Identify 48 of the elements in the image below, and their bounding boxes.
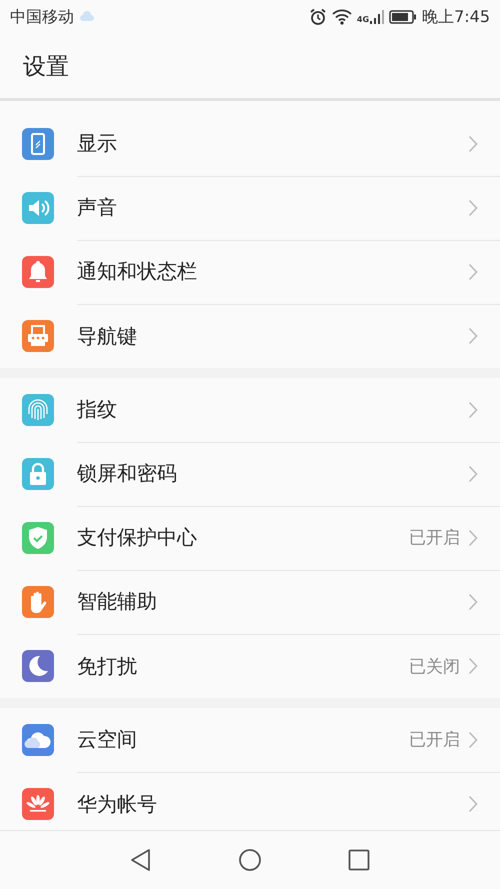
item-label: 显示 bbox=[77, 130, 118, 157]
network-label: 4G bbox=[356, 14, 370, 24]
settings-item[interactable]: 显示 bbox=[0, 112, 500, 176]
chevron-icon bbox=[468, 795, 478, 813]
settings-item[interactable]: 通知和状态栏 bbox=[0, 240, 500, 304]
settings-item[interactable]: 声音 bbox=[0, 176, 500, 240]
alarm-icon bbox=[308, 8, 327, 26]
chevron-icon bbox=[468, 592, 478, 610]
chevron-icon bbox=[468, 657, 478, 675]
chevron-icon bbox=[468, 262, 478, 280]
cloud-icon bbox=[79, 11, 95, 23]
item-label: 声音 bbox=[77, 194, 118, 221]
chevron-icon bbox=[468, 528, 478, 546]
settings-item[interactable]: 指纹 bbox=[0, 378, 500, 442]
item-label: 华为帐号 bbox=[77, 790, 158, 818]
settings-item[interactable]: 华为帐号 bbox=[0, 772, 500, 830]
item-label: 锁屏和密码 bbox=[77, 460, 178, 487]
item-status: 已开启 bbox=[409, 729, 460, 751]
item-label: 支付保护中心 bbox=[77, 524, 198, 551]
page-title: 设置 bbox=[23, 52, 69, 82]
recents-icon[interactable] bbox=[348, 849, 370, 871]
home-icon[interactable] bbox=[238, 848, 262, 872]
chevron-icon bbox=[468, 134, 478, 152]
clock-time: 晚上7:45 bbox=[422, 6, 490, 28]
settings-item[interactable]: 支付保护中心 已开启 bbox=[0, 506, 500, 570]
battery-icon bbox=[389, 10, 418, 24]
item-label: 通知和状态栏 bbox=[77, 258, 198, 285]
chevron-icon bbox=[468, 198, 478, 216]
chevron-icon bbox=[468, 730, 478, 748]
chevron-icon bbox=[468, 464, 478, 482]
item-label: 智能辅助 bbox=[77, 588, 158, 615]
item-status: 已开启 bbox=[409, 527, 460, 549]
chevron-icon bbox=[468, 400, 478, 418]
item-label: 免打扰 bbox=[77, 652, 138, 680]
settings-item[interactable]: 免打扰 已关闭 bbox=[0, 634, 500, 698]
item-label: 指纹 bbox=[77, 396, 118, 423]
back-icon[interactable] bbox=[130, 848, 152, 872]
item-status: 已关闭 bbox=[409, 656, 460, 678]
settings-item[interactable]: 智能辅助 bbox=[0, 570, 500, 634]
settings-item[interactable]: 锁屏和密码 bbox=[0, 442, 500, 506]
settings-item[interactable]: 导航键 bbox=[0, 304, 500, 368]
signal-icon bbox=[370, 9, 384, 25]
settings-item[interactable]: 云空间 已开启 bbox=[0, 708, 500, 772]
wifi-icon bbox=[332, 9, 352, 25]
item-label: 云空间 bbox=[77, 726, 138, 753]
chevron-icon bbox=[468, 327, 478, 345]
carrier-name: 中国移动 bbox=[10, 6, 74, 28]
item-label: 导航键 bbox=[77, 322, 138, 350]
